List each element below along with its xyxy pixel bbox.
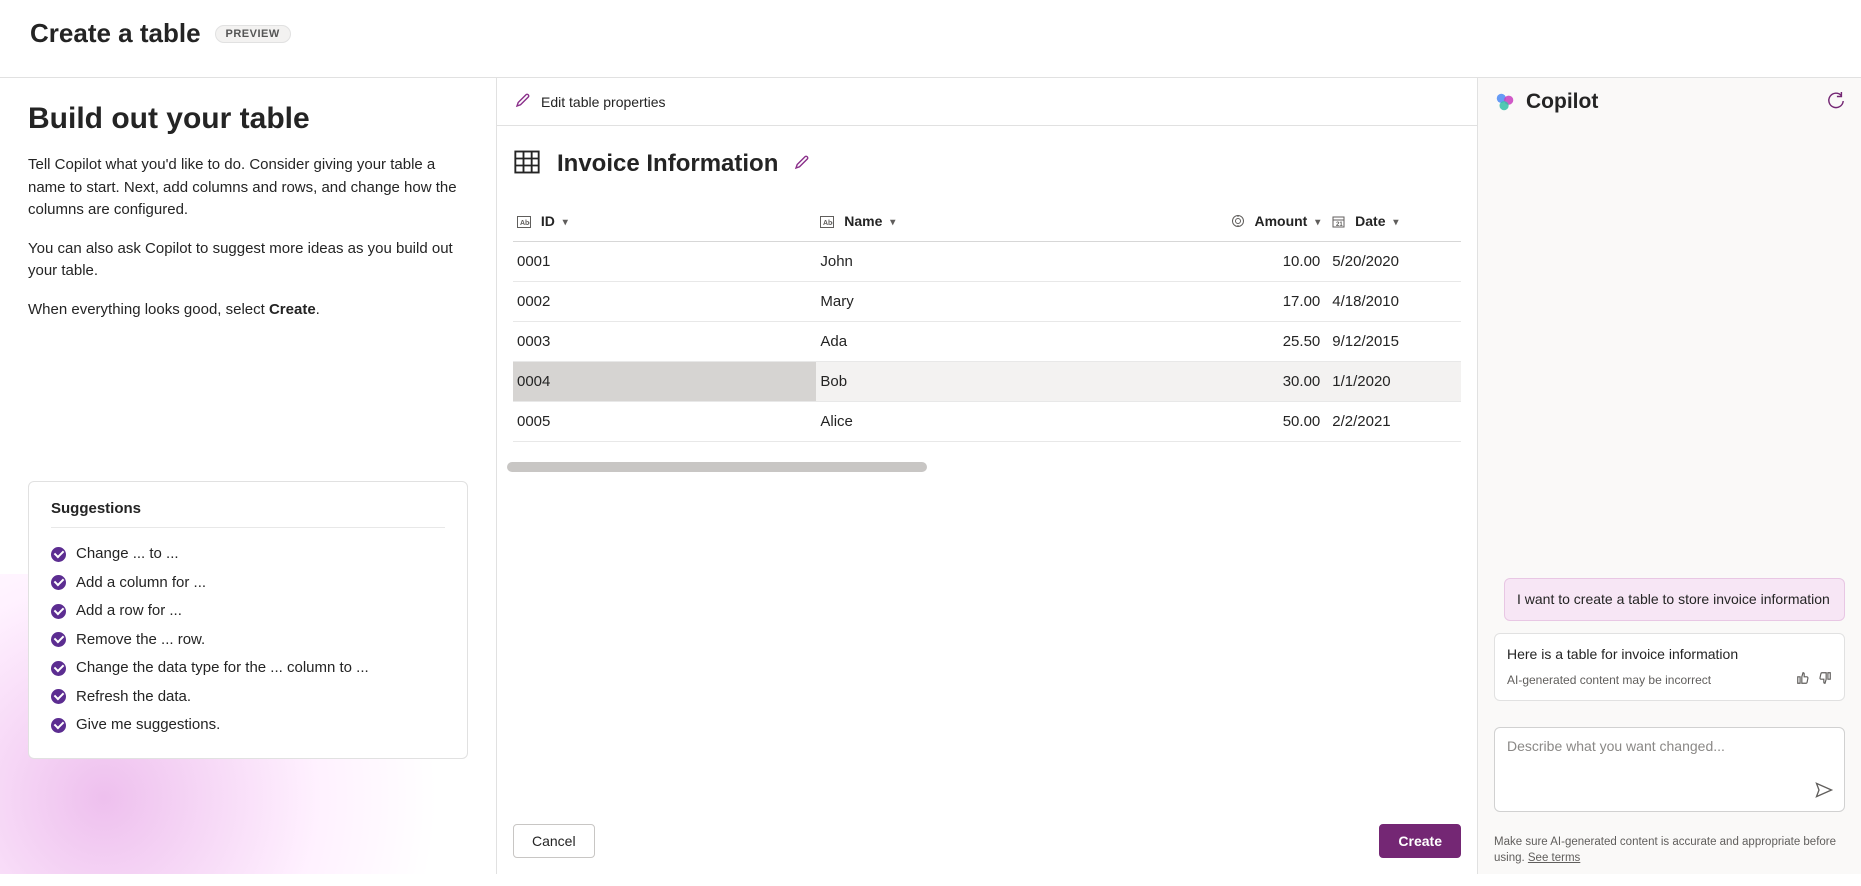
copilot-footer-note: Make sure AI-generated content is accura… [1494,834,1845,866]
cell-date[interactable]: 1/1/2020 [1328,361,1461,401]
suggestion-label: Add a row for ... [76,597,182,626]
suggestion-item[interactable]: Give me suggestions. [51,711,445,740]
chevron-down-icon: ▾ [1315,217,1320,228]
section-title: Build out your table [28,102,468,136]
cell-amount[interactable]: 30.00 [1139,361,1329,401]
cell-date[interactable]: 2/2/2021 [1328,401,1461,441]
suggestion-label: Give me suggestions. [76,711,220,740]
column-header-date[interactable]: 21 Date ▾ [1328,203,1461,241]
suggestion-item[interactable]: Add a row for ... [51,597,445,626]
edit-props-label: Edit table properties [541,94,666,110]
calendar-icon: 21 [1332,215,1345,231]
check-icon [51,661,66,676]
center-panel: Edit table properties Invoice Informatio… [497,78,1478,874]
data-table: Abc ID ▾ Abc Name ▾ Amount ▾ [513,203,1461,442]
table-name: Invoice Information [557,150,778,178]
suggestion-label: Refresh the data. [76,683,191,712]
table-icon [513,148,541,179]
divider [51,527,445,528]
table-header: Invoice Information [497,126,1477,189]
page-header: Create a table PREVIEW [0,0,1861,78]
suggestion-item[interactable]: Change the data type for the ... column … [51,654,445,683]
cancel-button[interactable]: Cancel [513,824,595,858]
chevron-down-icon: ▾ [563,217,568,228]
cell-name[interactable]: Mary [816,281,1138,321]
edit-table-properties[interactable]: Edit table properties [497,78,1477,126]
cell-amount[interactable]: 17.00 [1139,281,1329,321]
ai-message-text: Here is a table for invoice information [1507,644,1832,665]
suggestions-title: Suggestions [51,500,445,517]
cell-amount[interactable]: 25.50 [1139,321,1329,361]
cell-amount[interactable]: 10.00 [1139,241,1329,281]
copilot-panel: Copilot I want to create a table to stor… [1478,78,1861,874]
ai-message: Here is a table for invoice information … [1494,633,1845,701]
ai-disclaimer: AI-generated content may be incorrect [1507,671,1711,689]
text-icon: Abc [517,215,531,231]
column-header-id[interactable]: Abc ID ▾ [513,203,816,241]
table-row[interactable]: 0001John10.005/20/2020 [513,241,1461,281]
cell-id[interactable]: 0001 [513,241,816,281]
check-icon [51,575,66,590]
copilot-title: Copilot [1526,90,1598,114]
left-panel: Build out your table Tell Copilot what y… [0,78,497,874]
cell-date[interactable]: 4/18/2010 [1328,281,1461,321]
intro-p1: Tell Copilot what you'd like to do. Cons… [28,154,468,222]
svg-text:21: 21 [1336,222,1343,228]
cell-amount[interactable]: 50.00 [1139,401,1329,441]
suggestion-label: Add a column for ... [76,569,206,598]
table-row[interactable]: 0003Ada25.509/12/2015 [513,321,1461,361]
refresh-icon[interactable] [1827,92,1845,113]
horizontal-scrollbar[interactable] [507,462,927,472]
suggestion-label: Remove the ... row. [76,626,205,655]
send-icon[interactable] [1814,780,1834,803]
check-icon [51,689,66,704]
preview-badge: PREVIEW [215,25,291,43]
column-header-amount[interactable]: Amount ▾ [1139,203,1329,241]
cell-name[interactable]: Alice [816,401,1138,441]
currency-icon [1231,214,1245,231]
page-title: Create a table [30,18,201,49]
cell-name[interactable]: John [816,241,1138,281]
cell-name[interactable]: Ada [816,321,1138,361]
cell-date[interactable]: 9/12/2015 [1328,321,1461,361]
cell-id[interactable]: 0004 [513,361,816,401]
cell-name[interactable]: Bob [816,361,1138,401]
copilot-logo-icon [1494,91,1516,113]
column-header-name[interactable]: Abc Name ▾ [816,203,1138,241]
svg-text:Abc: Abc [520,220,531,227]
suggestions-card: Suggestions Change ... to ...Add a colum… [28,481,468,759]
cell-date[interactable]: 5/20/2020 [1328,241,1461,281]
create-button[interactable]: Create [1379,824,1461,858]
pencil-icon[interactable] [794,154,810,173]
table-row[interactable]: 0002Mary17.004/18/2010 [513,281,1461,321]
pencil-icon [515,92,531,111]
suggestion-item[interactable]: Add a column for ... [51,569,445,598]
intro-p3: When everything looks good, select Creat… [28,299,468,322]
intro-p2: You can also ask Copilot to suggest more… [28,238,468,283]
check-icon [51,632,66,647]
svg-text:Abc: Abc [823,220,834,227]
text-icon: Abc [820,215,834,231]
cell-id[interactable]: 0003 [513,321,816,361]
suggestion-item[interactable]: Refresh the data. [51,683,445,712]
thumbs-up-icon[interactable] [1796,671,1810,690]
suggestion-label: Change ... to ... [76,540,179,569]
copilot-input[interactable] [1507,738,1832,786]
check-icon [51,718,66,733]
chevron-down-icon: ▾ [890,217,895,228]
table-row[interactable]: 0005Alice50.002/2/2021 [513,401,1461,441]
user-message: I want to create a table to store invoic… [1504,578,1845,621]
chevron-down-icon: ▾ [1393,217,1398,228]
thumbs-down-icon[interactable] [1818,671,1832,690]
cell-id[interactable]: 0005 [513,401,816,441]
suggestion-label: Change the data type for the ... column … [76,654,369,683]
suggestion-item[interactable]: Change ... to ... [51,540,445,569]
suggestion-item[interactable]: Remove the ... row. [51,626,445,655]
table-row[interactable]: 0004Bob30.001/1/2020 [513,361,1461,401]
check-icon [51,604,66,619]
see-terms-link[interactable]: See terms [1528,852,1580,864]
copilot-input-box[interactable] [1494,727,1845,812]
check-icon [51,547,66,562]
cell-id[interactable]: 0002 [513,281,816,321]
